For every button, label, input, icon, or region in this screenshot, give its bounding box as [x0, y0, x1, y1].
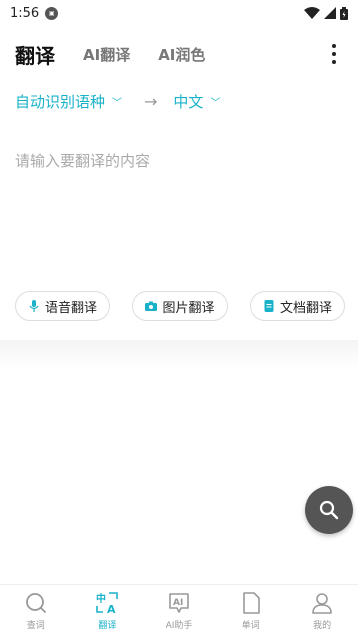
content-background	[0, 340, 358, 585]
tab-ai-translate[interactable]: AI翻译	[83, 44, 130, 65]
bottom-navigation: 查词 中 A 翻译 AI AI助手 单词 我的	[0, 584, 358, 637]
floating-search-button[interactable]	[305, 486, 353, 534]
nav-item-profile[interactable]: 我的	[286, 585, 358, 637]
ai-chat-icon: AI	[169, 593, 189, 613]
wifi-icon	[304, 7, 320, 19]
top-tabs: 翻译 AI翻译 AI润色	[0, 34, 358, 74]
chevron-down-icon: ﹀	[210, 97, 221, 109]
nav-label: 查词	[26, 621, 45, 631]
svg-text:AI: AI	[173, 598, 183, 608]
camera-icon	[145, 301, 158, 311]
user-icon	[312, 593, 332, 614]
language-selector-row: 自动识别语种 ﹀ → 中文 ﹀	[15, 88, 345, 114]
nav-item-lookup[interactable]: 查词	[0, 585, 72, 637]
image-translate-label: 图片翻译	[162, 300, 215, 316]
more-options-icon[interactable]	[332, 44, 336, 64]
nav-item-translate[interactable]: 中 A 翻译	[72, 585, 144, 637]
voice-translate-button[interactable]: 语音翻译	[15, 291, 111, 321]
search-icon	[25, 593, 46, 613]
nav-label: 我的	[313, 621, 332, 631]
svg-text:A: A	[107, 603, 116, 615]
microphone-icon	[29, 300, 39, 312]
document-icon	[242, 592, 260, 614]
document-translate-button[interactable]: 文档翻译	[249, 291, 345, 321]
voice-translate-label: 语音翻译	[45, 300, 98, 316]
source-language-label: 自动识别语种	[15, 92, 106, 111]
nav-label: 单词	[241, 621, 260, 631]
input-placeholder: 请输入要翻译的内容	[15, 152, 151, 170]
document-translate-label: 文档翻译	[279, 300, 332, 316]
status-time: 1:56	[10, 5, 40, 21]
status-left: 1:56 ▣	[10, 5, 59, 21]
search-icon	[319, 500, 339, 520]
nav-item-ai-assistant[interactable]: AI AI助手	[143, 585, 215, 637]
translate-icon: 中 A	[96, 592, 119, 615]
arrow-right-icon[interactable]: →	[144, 92, 157, 111]
status-right	[304, 6, 348, 20]
nav-label: 翻译	[98, 621, 117, 631]
target-language-selector[interactable]: 中文 ﹀	[173, 91, 220, 112]
nav-label: AI助手	[165, 621, 193, 631]
translate-input[interactable]: 请输入要翻译的内容	[15, 150, 343, 270]
status-bar: 1:56 ▣	[0, 0, 358, 26]
document-icon	[264, 300, 274, 312]
sim-icon: ▣	[45, 6, 59, 20]
svg-text:中: 中	[96, 592, 106, 605]
signal-icon	[324, 7, 336, 19]
tab-ai-polish[interactable]: AI润色	[158, 44, 205, 65]
nav-item-words[interactable]: 单词	[215, 585, 287, 637]
tab-translate[interactable]: 翻译	[15, 40, 55, 69]
image-translate-button[interactable]: 图片翻译	[132, 291, 228, 321]
battery-icon	[340, 6, 348, 20]
target-language-label: 中文	[173, 92, 204, 111]
chevron-down-icon: ﹀	[112, 97, 123, 109]
source-language-selector[interactable]: 自动识别语种 ﹀	[15, 91, 122, 112]
action-row: 语音翻译 图片翻译 文档翻译	[15, 291, 345, 323]
